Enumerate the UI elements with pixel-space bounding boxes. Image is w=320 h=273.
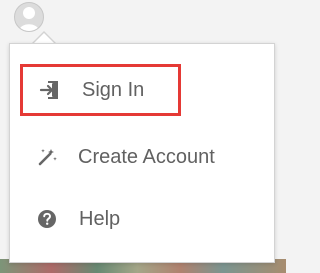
avatar[interactable] [14, 2, 44, 32]
magic-wand-icon [35, 145, 59, 169]
user-avatar-icon [19, 7, 39, 31]
sign-in-icon [38, 78, 62, 102]
help-menu-item[interactable]: Help [35, 202, 155, 236]
create-account-label: Create Account [78, 146, 215, 168]
help-label: Help [79, 208, 121, 230]
help-icon [35, 207, 59, 231]
create-account-menu-item[interactable]: Create Account [35, 139, 255, 175]
sign-in-label: Sign In [82, 79, 145, 101]
sign-in-menu-item[interactable]: Sign In [20, 64, 181, 116]
